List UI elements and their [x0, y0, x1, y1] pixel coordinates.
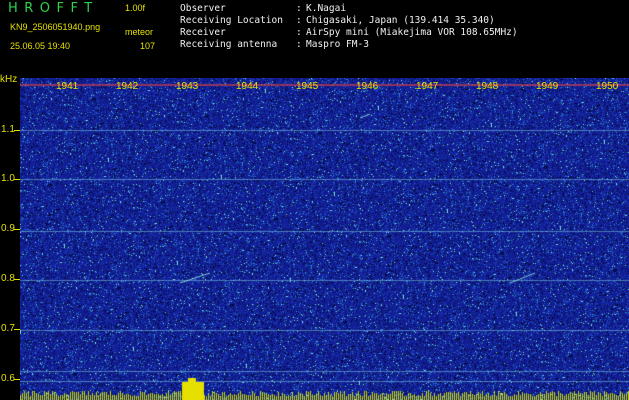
antenna-key: Receiving antenna: [180, 39, 278, 50]
y-tick-label: 0.9: [1, 223, 15, 234]
file-name: KN9_2506051940.png: [10, 22, 101, 32]
location-sep: :: [296, 15, 302, 26]
y-tick-mark: [14, 130, 20, 131]
time-mark-label: 1950: [596, 81, 619, 92]
y-tick-mark: [14, 179, 20, 180]
mode-label: meteor: [125, 27, 154, 37]
time-mark-label: 1941: [56, 81, 79, 92]
spectrogram-canvas: [20, 78, 629, 400]
y-tick-label: 0.8: [1, 273, 15, 284]
time-mark-label: 1945: [296, 81, 319, 92]
receiver-value: AirSpy mini (Miakejima VOR 108.65MHz): [306, 27, 518, 38]
app-title: HROFFT: [8, 1, 99, 16]
time-mark-label: 1946: [356, 81, 379, 92]
y-tick-label: 1.0: [1, 173, 15, 184]
time-mark-label: 1949: [536, 81, 559, 92]
count-value: 107: [140, 41, 156, 51]
y-axis: [0, 74, 20, 400]
spectrogram-plot: [20, 78, 629, 400]
location-value: Chigasaki, Japan (139.414 35.340): [306, 15, 495, 26]
y-tick-label: 0.6: [1, 373, 15, 384]
hrofft-window: HROFFT 1.00f KN9_2506051940.png meteor 2…: [0, 0, 629, 400]
time-mark-label: 1944: [236, 81, 259, 92]
antenna-sep: :: [296, 39, 302, 50]
date-time: 25.06.05 19:40: [10, 41, 71, 51]
time-mark-label: 1942: [116, 81, 139, 92]
y-tick-mark: [14, 379, 20, 380]
observer-key: Observer: [180, 3, 226, 14]
receiver-key: Receiver: [180, 27, 226, 38]
header-panel: HROFFT 1.00f KN9_2506051940.png meteor 2…: [0, 0, 629, 76]
time-mark-label: 1948: [476, 81, 499, 92]
location-key: Receiving Location: [180, 15, 283, 26]
receiver-sep: :: [296, 27, 302, 38]
time-mark-label: 1947: [416, 81, 439, 92]
time-mark-label: 1943: [176, 81, 199, 92]
observer-sep: :: [296, 3, 302, 14]
y-tick-mark: [14, 279, 20, 280]
observer-value: K.Nagai: [306, 3, 347, 14]
y-tick-mark: [14, 329, 20, 330]
app-version: 1.00f: [125, 3, 146, 13]
y-tick-mark: [14, 229, 20, 230]
antenna-value: Maspro FM-3: [306, 39, 369, 50]
y-tick-label: 1.1: [1, 124, 15, 135]
y-tick-label: 0.7: [1, 323, 15, 334]
